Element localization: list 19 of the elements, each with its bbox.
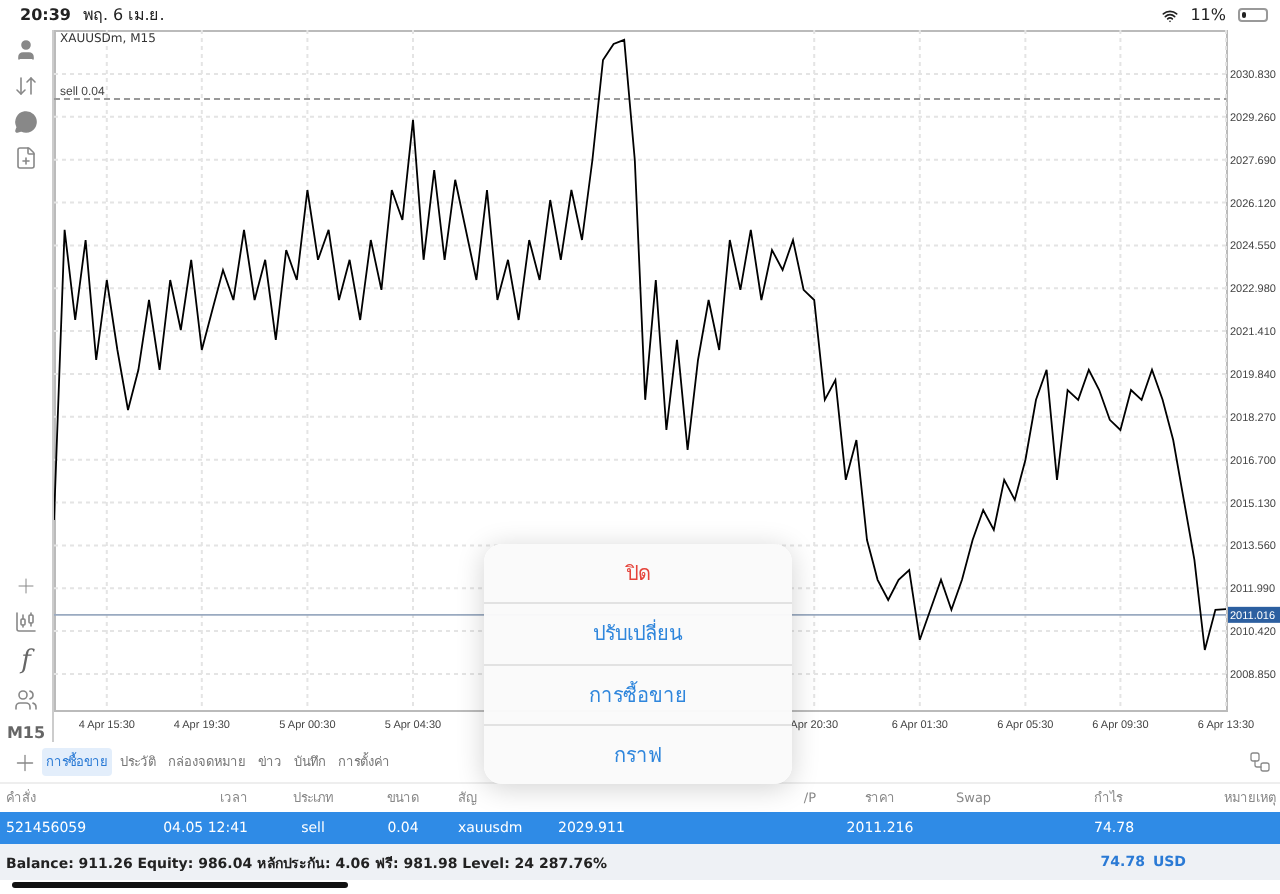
indicator-function-button[interactable]: f bbox=[21, 646, 31, 676]
menu-item[interactable]: ปรับเปลี่ยน bbox=[484, 602, 792, 663]
layout-icon[interactable] bbox=[1248, 750, 1272, 774]
add-icon[interactable] bbox=[12, 749, 38, 775]
trade-arrows-icon[interactable] bbox=[14, 74, 38, 98]
chat-icon[interactable] bbox=[14, 110, 38, 134]
status-date: พฤ. 6 เม.ย. bbox=[82, 4, 165, 28]
new-document-icon[interactable] bbox=[14, 146, 38, 170]
timeframe-button[interactable]: M15 bbox=[6, 724, 46, 742]
battery-icon bbox=[1238, 8, 1268, 22]
menu-item[interactable]: ปิด bbox=[484, 544, 792, 603]
menu-item[interactable]: การซื้อขาย bbox=[484, 663, 792, 724]
clock-time: 20:39 bbox=[20, 6, 71, 24]
account-icon[interactable] bbox=[14, 38, 38, 62]
people-icon[interactable] bbox=[14, 688, 38, 712]
battery-percent: 11% bbox=[1190, 6, 1226, 24]
candlestick-icon[interactable] bbox=[14, 610, 38, 634]
menu-item[interactable]: กราฟ bbox=[484, 723, 792, 784]
wifi-icon bbox=[1162, 7, 1179, 23]
